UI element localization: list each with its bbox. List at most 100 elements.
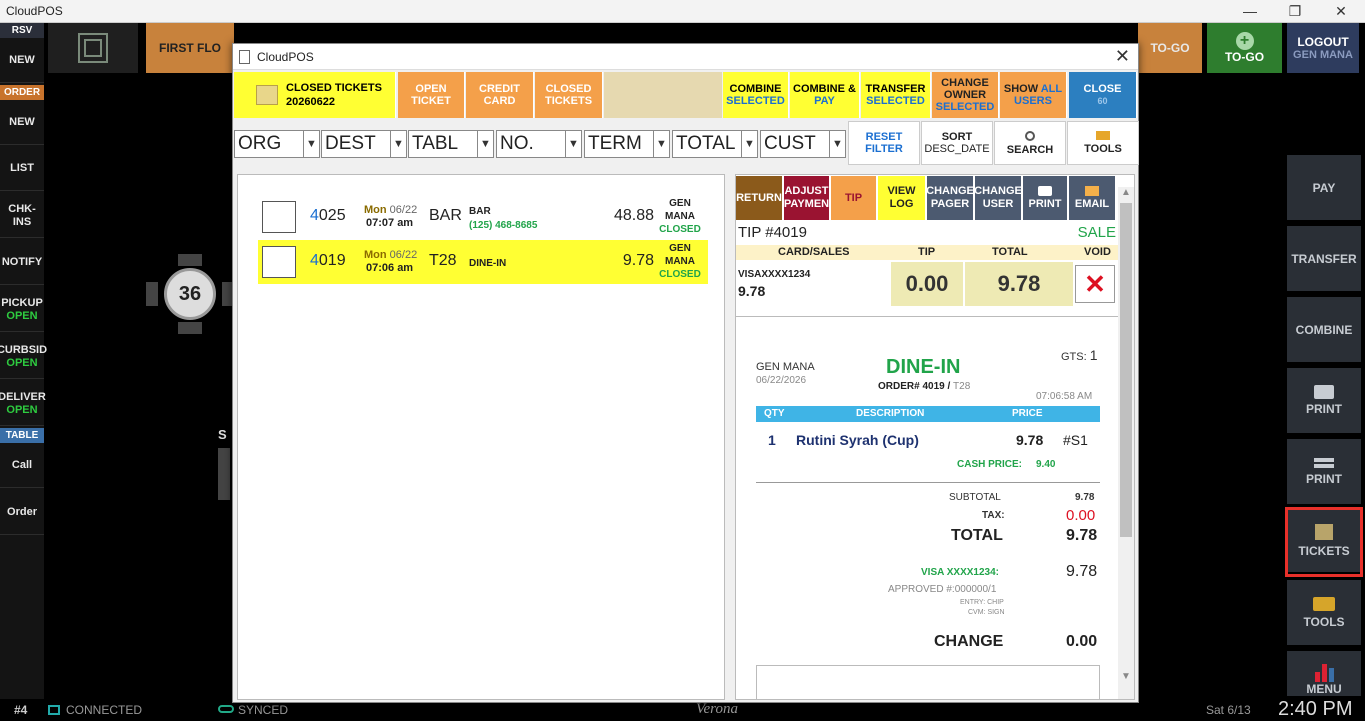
tip-amount-field[interactable]: 0.00 [891,262,963,306]
credit-card-button[interactable]: CREDIT CARD [466,72,534,118]
dialog-close-icon[interactable]: ✕ [1115,46,1130,67]
combine-label: COMBINE [1295,322,1353,337]
ticket-dest: BAR [469,206,491,217]
show-all-users-button[interactable]: SHOW ALL USERS [1000,72,1067,118]
kitchen-printer-icon [1314,457,1334,468]
transfer-button[interactable]: TRANSFER [1287,226,1361,294]
first-floor-tab[interactable]: FIRST FLO [146,23,236,73]
scroll-down-icon[interactable]: ▼ [1121,671,1131,682]
closed-tickets-dialog: CloudPOS ✕ CLOSED TICKETS 20260622 OPEN … [232,43,1139,703]
table-call-button[interactable]: Call [0,444,44,488]
pay-button[interactable]: PAY [1287,155,1361,223]
toolbar-spacer [604,72,722,118]
chevron-down-icon: ▼ [303,131,319,157]
chevron-down-icon: ▼ [653,131,669,157]
customer-filter[interactable]: CUST ▼ [760,130,846,158]
notepad-icon [256,85,278,105]
curbside-label: CURBSID [0,343,48,356]
combine-selected-line2: SELECTED [726,95,785,107]
minimize-button[interactable]: — [1235,2,1265,20]
change-owner-line1: CHANGE [941,77,989,89]
ticket-user: GEN MANA CLOSED [659,198,701,235]
combine-pay-button[interactable]: COMBINE & PAY [790,72,860,118]
subtotal-value: 9.78 [1075,492,1095,503]
scroll-up-icon[interactable]: ▲ [1121,187,1131,198]
search-button[interactable]: SEARCH [994,121,1066,165]
open-ticket-button[interactable]: OPEN TICKET [398,72,465,118]
transfer-selected-button[interactable]: TRANSFER SELECTED [861,72,931,118]
add-to-go-button[interactable]: + TO-GO [1207,23,1284,73]
rsv-header: RSV [0,23,44,38]
rsv-new-button[interactable]: NEW [0,39,44,83]
ticket-number: 4019 [310,252,346,269]
term-filter[interactable]: TERM ▼ [584,130,670,158]
logout-button[interactable]: LOGOUT GEN MANA [1287,23,1361,73]
change-label: CHANGE [934,633,1004,650]
return-button[interactable]: RETURN [736,176,783,220]
tickets-button[interactable]: TICKETS [1285,507,1363,577]
ticket-row-selected[interactable]: 4019 Mon 06/22 07:06 am T28 DINE-IN 9.78… [258,240,708,284]
receipt-columns: QTY DESCRIPTION PRICE [756,406,1100,422]
combine-selected-line1: COMBINE [729,83,782,95]
combine-selected-button[interactable]: COMBINE SELECTED [723,72,789,118]
print-kitchen-button[interactable]: PRINT [1287,439,1361,507]
order-new-button[interactable]: NEW [0,101,44,145]
app-title: CloudPOS [6,4,63,18]
ticket-checkbox[interactable] [262,201,296,233]
floor-plan-logo-button[interactable] [48,23,140,73]
closed-tickets-button[interactable]: CLOSED TICKETS [535,72,603,118]
number-filter[interactable]: NO. ▼ [496,130,582,158]
delivery-button[interactable]: DELIVER OPEN [0,382,46,426]
total-filter[interactable]: TOTAL ▼ [672,130,758,158]
transfer-selected-line1: TRANSFER [865,83,926,95]
receipt-guests: GTS: 1 [1061,347,1098,363]
email-button[interactable]: EMAIL [1069,176,1116,220]
change-owner-button[interactable]: CHANGE OWNER SELECTED [932,72,999,118]
adjust-payment-button[interactable]: ADJUST PAYMEN [784,176,830,220]
curbside-button[interactable]: CURBSID OPEN [0,335,48,379]
check-ins-button[interactable]: CHK-INS [0,194,44,238]
tools-button[interactable]: TOOLS [1067,121,1139,165]
search-icon [1025,130,1035,141]
to-go-tab[interactable]: TO-GO [1138,23,1204,73]
ticket-checkbox[interactable] [262,246,296,278]
view-log-button[interactable]: VIEW LOG [878,176,926,220]
change-user-button[interactable]: CHANGE USER [974,176,1022,220]
tools-side-button[interactable]: TOOLS [1287,580,1361,648]
org-filter-label: ORG [238,133,282,154]
menu-button[interactable]: MENU [1287,651,1361,699]
table-36[interactable]: 36 [146,254,234,334]
tip-button[interactable]: TIP [831,176,877,220]
detail-scrollbar[interactable]: ▲ ▼ [1118,187,1134,699]
reset-filter-button[interactable]: RESET FILTER [848,121,920,165]
show-label: SHOW [1003,83,1041,95]
order-list-button[interactable]: LIST [0,147,44,191]
combine-button[interactable]: COMBINE [1287,297,1361,365]
pickup-button[interactable]: PICKUP OPEN [0,288,44,332]
sale-status: SALE [1077,224,1116,241]
print-receipt-button[interactable]: PRINT [1023,176,1068,220]
menu-label: MENU [1306,682,1342,696]
ticket-row[interactable]: 4025 Mon 06/22 07:07 am BAR BAR (125) 46… [258,195,708,239]
table-order-button[interactable]: Order [0,491,44,535]
price-header: PRICE [1012,408,1043,419]
dialog-close-button[interactable]: CLOSE 60 [1069,72,1137,118]
change-pager-button[interactable]: CHANGE PAGER [926,176,974,220]
closed-tickets-date-button[interactable]: CLOSED TICKETS 20260622 [234,72,396,118]
org-filter[interactable]: ORG ▼ [234,130,320,158]
sort-button[interactable]: SORT DESC_DATE [921,121,993,165]
dest-filter[interactable]: DEST ▼ [321,130,407,158]
receipt-date: 06/22/2026 [756,375,807,386]
print-button[interactable]: PRINT [1287,368,1361,436]
order-header: ORDER [0,85,44,100]
qty-header: QTY [764,408,785,419]
dialog-titlebar: CloudPOS ✕ [233,44,1138,70]
close-window-button[interactable]: ✕ [1326,2,1356,20]
notify-button[interactable]: NOTIFY [0,241,44,285]
scroll-thumb[interactable] [1120,203,1132,537]
table-filter[interactable]: TABL ▼ [408,130,494,158]
void-payment-icon[interactable]: ✕ [1075,265,1115,303]
maximize-button[interactable]: ❐ [1280,2,1310,20]
item-qty: 1 [768,432,776,448]
receipt-order-number: ORDER# 4019 / T28 [878,381,971,392]
